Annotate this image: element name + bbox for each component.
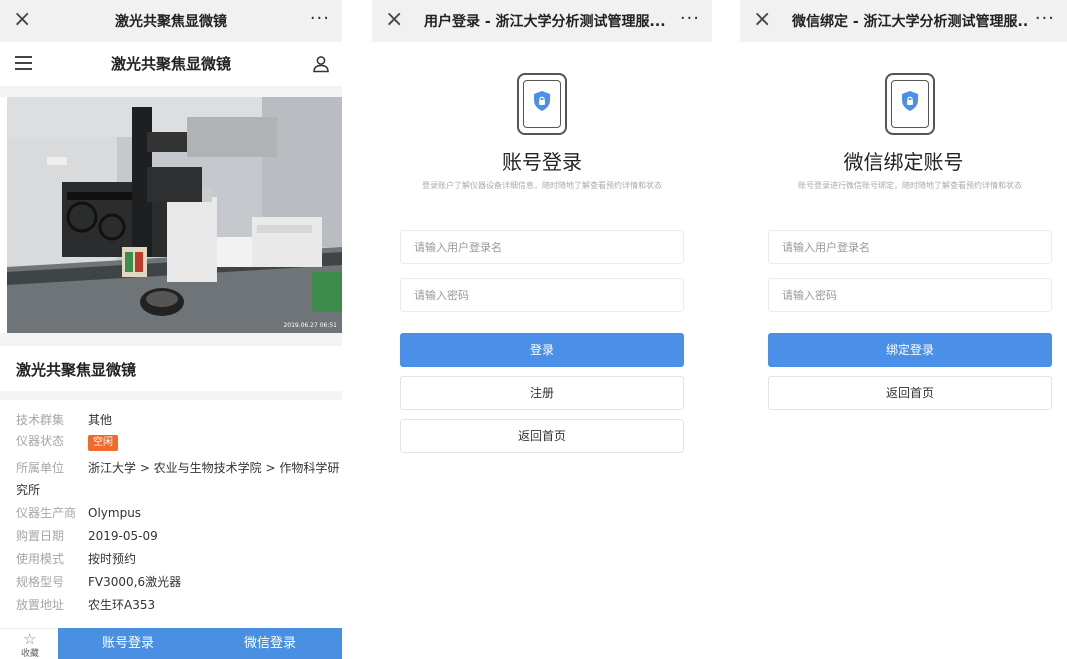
bind-title: 微信绑定账号 — [843, 150, 964, 174]
login-button[interactable]: 登录 — [400, 333, 684, 367]
login-actions: 账号登录 微信登录 — [58, 628, 342, 659]
info-row-usage-mode: 使用模式 按时预约 — [16, 552, 137, 566]
account-login-screen: × 用户登录 - 浙江大学分析测试管理服... ··· 账号登录 登录账户了解仪… — [372, 0, 712, 659]
app-header: 激光共聚焦显微镜 — [0, 42, 342, 86]
status-badge: 空闲 — [88, 435, 118, 451]
user-icon[interactable] — [312, 55, 330, 73]
shield-lock-icon — [902, 91, 918, 111]
wechat-title-bar: × 用户登录 - 浙江大学分析测试管理服... ··· — [372, 0, 712, 42]
login-description: 登录账户了解仪器设备详细信息，随时随地了解查看预约详情和状态 — [422, 181, 662, 190]
favorite-label: 收藏 — [21, 649, 40, 659]
bind-login-button[interactable]: 绑定登录 — [768, 333, 1052, 367]
divider — [0, 391, 342, 400]
password-input[interactable] — [769, 279, 1051, 311]
window-title: 微信绑定 - 浙江大学分析测试管理服... — [792, 14, 1027, 30]
more-icon[interactable]: ··· — [680, 9, 700, 29]
account-login-button[interactable]: 账号登录 — [102, 636, 154, 652]
username-input[interactable] — [401, 231, 683, 263]
close-icon[interactable]: × — [753, 8, 771, 32]
shield-lock-icon — [534, 91, 550, 111]
page-title: 激光共聚焦显微镜 — [110, 55, 231, 73]
divider — [0, 333, 342, 346]
photo-timestamp: 2019.06.27 06:51 — [283, 322, 337, 329]
info-row-cluster: 技术群集 其他 — [16, 413, 113, 427]
username-field[interactable] — [768, 230, 1052, 264]
info-row-location: 放置地址 农生环A353 — [16, 598, 156, 612]
password-input[interactable] — [401, 279, 683, 311]
back-home-button[interactable]: 返回首页 — [768, 376, 1052, 410]
bind-description: 账号登录进行微信账号绑定，随时随地了解查看预约详情和状态 — [798, 181, 1022, 190]
info-row-manufacturer: 仪器生产商 Olympus — [16, 506, 142, 520]
more-icon[interactable]: ··· — [1035, 9, 1055, 29]
wechat-bind-screen: × 微信绑定 - 浙江大学分析测试管理服... ··· 微信绑定账号 账号登录进… — [740, 0, 1067, 659]
phone-lock-icon — [885, 73, 935, 135]
back-home-button[interactable]: 返回首页 — [400, 419, 684, 453]
favorite-button[interactable]: ☆ 收藏 — [0, 628, 58, 659]
window-title: 激光共聚焦显微镜 — [115, 14, 227, 30]
wechat-login-button[interactable]: 微信登录 — [244, 636, 296, 652]
username-field[interactable] — [400, 230, 684, 264]
password-field[interactable] — [400, 278, 684, 312]
menu-icon[interactable] — [15, 56, 32, 70]
more-icon[interactable]: ··· — [310, 9, 330, 29]
info-unit-wrap: 究所 — [16, 483, 41, 497]
bottom-action-bar: ☆ 收藏 账号登录 微信登录 — [0, 628, 342, 659]
password-field[interactable] — [768, 278, 1052, 312]
instrument-name: 激光共聚焦显微镜 — [16, 361, 137, 379]
star-icon: ☆ — [23, 630, 37, 648]
wechat-title-bar: × 激光共聚焦显微镜 ··· — [0, 0, 342, 42]
window-title: 用户登录 - 浙江大学分析测试管理服... — [424, 14, 666, 30]
info-row-status: 仪器状态 空闲 — [16, 433, 118, 451]
divider — [0, 86, 342, 97]
instrument-detail-screen: × 激光共聚焦显微镜 ··· 激光共聚焦显微镜 2019.06.27 06:51… — [0, 0, 342, 659]
phone-lock-icon — [517, 73, 567, 135]
close-icon[interactable]: × — [13, 8, 31, 32]
info-row-unit: 所属单位 浙江大学 > 农业与生物技术学院 > 作物科学研 — [16, 461, 340, 475]
register-button[interactable]: 注册 — [400, 376, 684, 410]
close-icon[interactable]: × — [385, 8, 403, 32]
wechat-title-bar: × 微信绑定 - 浙江大学分析测试管理服... ··· — [740, 0, 1067, 42]
instrument-photo: 2019.06.27 06:51 — [7, 97, 342, 333]
username-input[interactable] — [769, 231, 1051, 263]
info-row-model: 规格型号 FV3000,6激光器 — [16, 575, 182, 589]
login-title: 账号登录 — [502, 150, 582, 174]
info-row-purchase-date: 购置日期 2019-05-09 — [16, 529, 158, 543]
